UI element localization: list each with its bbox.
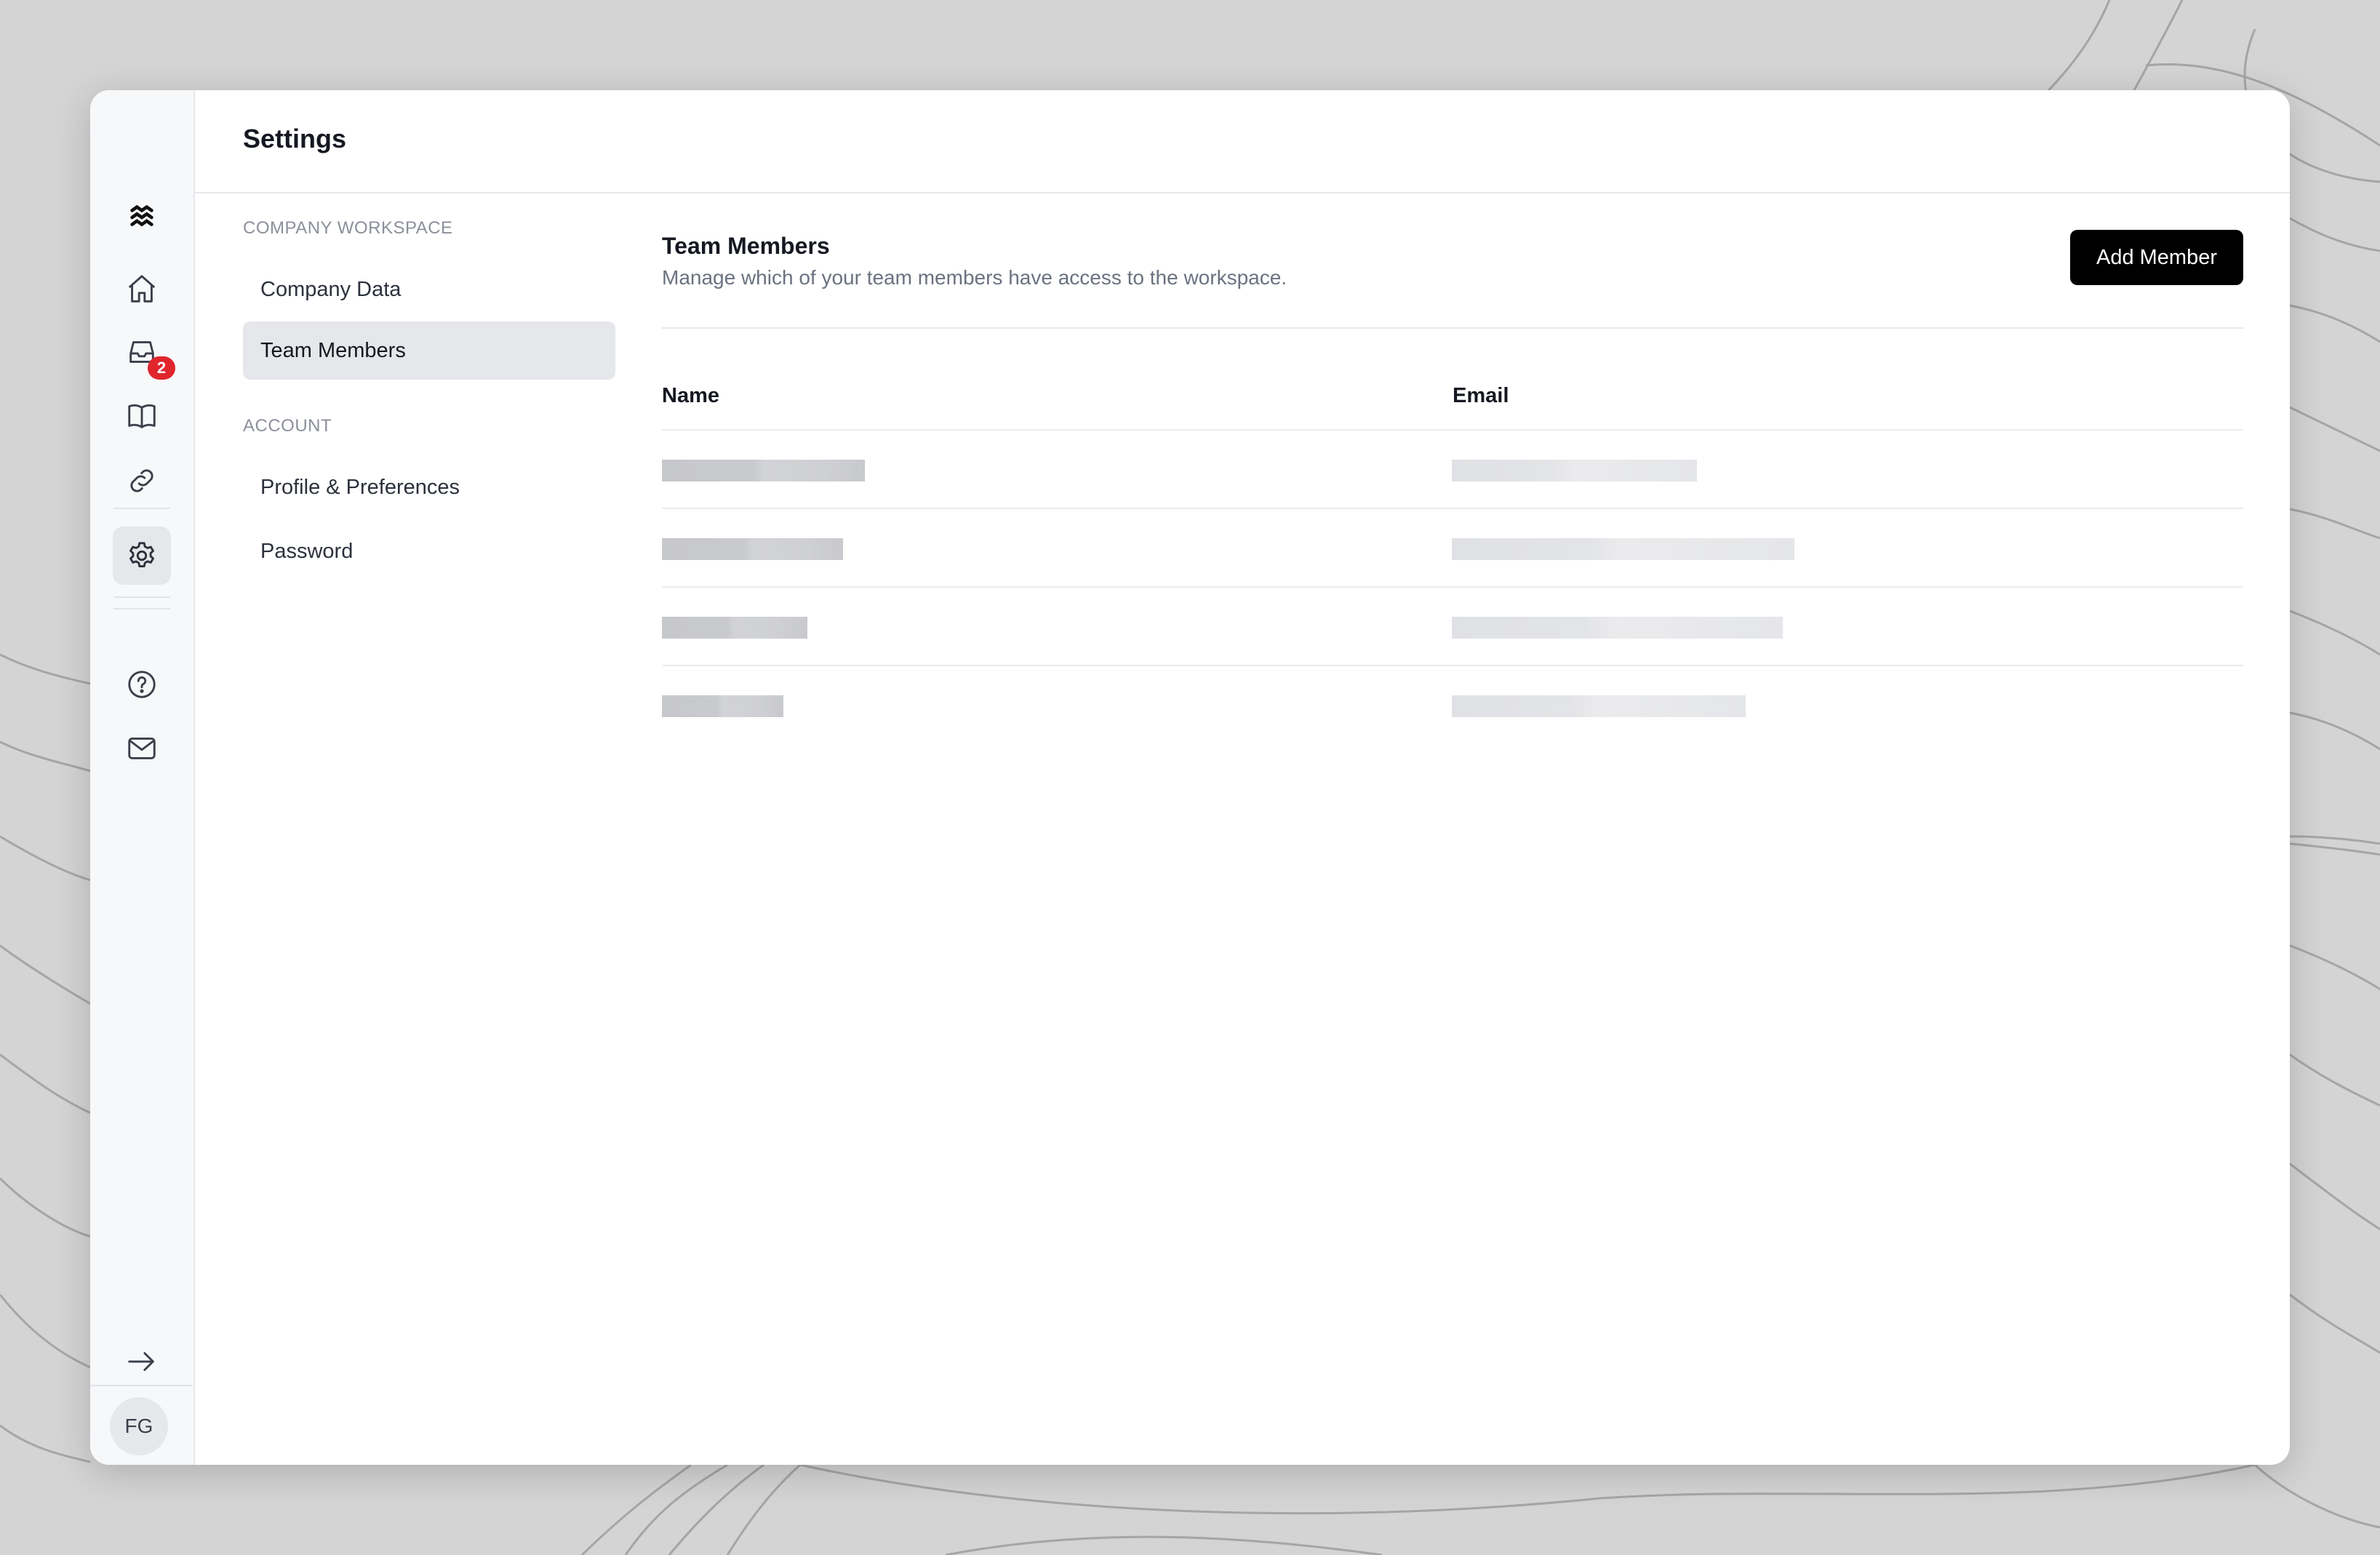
inbox-badge: 2 bbox=[148, 356, 175, 380]
table-row-divider bbox=[662, 586, 2243, 588]
table-row-divider bbox=[662, 508, 2243, 509]
table-row-divider bbox=[662, 665, 2243, 666]
book-icon[interactable] bbox=[113, 387, 171, 445]
app-window: 2 FG Settings COMPANY WORKSPACE Company … bbox=[90, 90, 2290, 1465]
gear-icon[interactable] bbox=[113, 527, 171, 585]
nav-section-account: ACCOUNT bbox=[243, 416, 332, 436]
rail-divider bbox=[113, 596, 170, 598]
nav-item-team-members[interactable]: Team Members bbox=[243, 321, 615, 380]
help-icon[interactable] bbox=[113, 655, 171, 713]
table-row-email-redacted bbox=[1452, 460, 1697, 481]
table-row-name-redacted bbox=[662, 695, 783, 717]
inbox-icon[interactable]: 2 bbox=[113, 323, 175, 381]
logo-icon[interactable] bbox=[113, 188, 171, 247]
section-title: Team Members bbox=[662, 233, 830, 259]
table-row-name-redacted bbox=[662, 538, 843, 560]
arrow-right-icon[interactable] bbox=[113, 1332, 171, 1391]
page-title: Settings bbox=[243, 124, 347, 153]
section-description: Manage which of your team members have a… bbox=[662, 266, 1287, 289]
nav-item-password[interactable]: Password bbox=[243, 522, 615, 580]
rail-divider bbox=[113, 508, 170, 509]
nav-item-company-data[interactable]: Company Data bbox=[243, 260, 615, 319]
nav-item-profile-preferences[interactable]: Profile & Preferences bbox=[243, 458, 615, 516]
table-row-email-redacted bbox=[1452, 617, 1783, 639]
icon-rail: 2 FG bbox=[90, 90, 195, 1465]
column-header-email[interactable]: Email bbox=[1453, 384, 1509, 408]
table-row-name-redacted bbox=[662, 617, 807, 639]
rail-divider bbox=[113, 608, 170, 609]
avatar[interactable]: FG bbox=[110, 1397, 168, 1455]
table-row-name-redacted bbox=[662, 460, 865, 481]
section-divider bbox=[662, 327, 2243, 329]
mail-icon[interactable] bbox=[113, 719, 171, 778]
home-icon[interactable] bbox=[113, 260, 171, 318]
link-icon[interactable] bbox=[113, 452, 171, 510]
table-header-divider bbox=[662, 429, 2243, 431]
page-header bbox=[193, 90, 2290, 193]
nav-section-company-workspace: COMPANY WORKSPACE bbox=[243, 218, 453, 238]
add-member-button[interactable]: Add Member bbox=[2070, 230, 2243, 285]
table-row-email-redacted bbox=[1452, 695, 1746, 717]
column-header-name[interactable]: Name bbox=[662, 384, 719, 408]
rail-divider bbox=[90, 1385, 192, 1386]
table-row-email-redacted bbox=[1452, 538, 1794, 560]
